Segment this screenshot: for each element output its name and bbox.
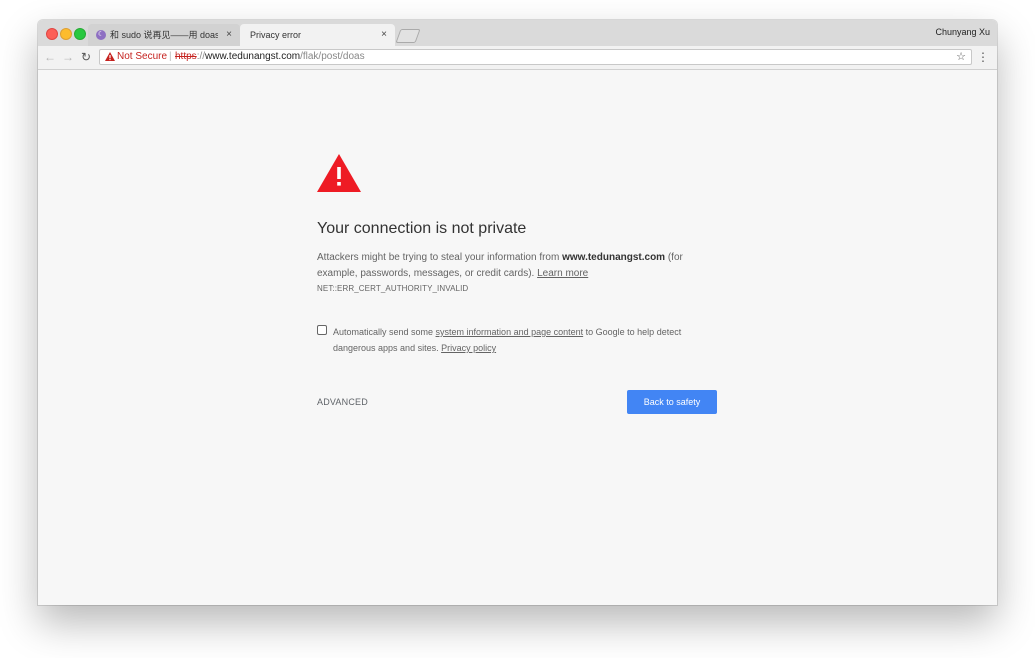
report-checkbox[interactable] [317, 325, 327, 335]
tab-title: 和 sudo 说再见——用 doas 替代 [110, 30, 218, 40]
url-text[interactable]: https://www.tedunangst.com/flak/post/doa… [175, 50, 365, 64]
tab-strip: ☾ 和 sudo 说再见——用 doas 替代 × Privacy error … [38, 20, 997, 47]
tab-close-icon[interactable]: × [226, 24, 232, 46]
warning-small-icon[interactable] [105, 52, 115, 61]
advanced-button[interactable]: ADVANCED [317, 397, 368, 407]
new-tab-button[interactable] [395, 29, 421, 43]
reload-icon[interactable]: ↻ [81, 49, 91, 65]
privacy-policy-link[interactable]: Privacy policy [441, 343, 496, 353]
back-to-safety-button[interactable]: Back to safety [627, 390, 717, 414]
extended-reporting-text: Automatically send some system informati… [333, 324, 713, 356]
zoom-window-button[interactable] [74, 28, 86, 40]
not-secure-label[interactable]: Not Secure [117, 50, 167, 64]
profile-name[interactable]: Chunyang Xu [935, 27, 990, 37]
minimize-window-button[interactable] [60, 28, 72, 40]
url-separator: :// [196, 51, 206, 62]
message-host: www.tedunangst.com [562, 252, 666, 263]
forward-arrow-icon[interactable]: → [62, 49, 74, 65]
tab-doas-article[interactable]: ☾ 和 sudo 说再见——用 doas 替代 × [88, 24, 240, 46]
error-code: NET::ERR_CERT_AUTHORITY_INVALID [317, 284, 469, 293]
toolbar: ← → ↻ Not Secure | https://www.tedunangs… [38, 46, 997, 70]
close-window-button[interactable] [46, 28, 58, 40]
site-favicon-icon: ☾ [96, 30, 106, 40]
tab-privacy-error[interactable]: Privacy error × [240, 24, 395, 47]
warning-triangle-icon [317, 154, 361, 192]
learn-more-link[interactable]: Learn more [537, 268, 588, 279]
tab-close-icon[interactable]: × [381, 24, 387, 46]
back-arrow-icon[interactable]: ← [44, 49, 56, 65]
message-text: Attackers might be trying to steal your … [317, 252, 563, 263]
bookmark-star-icon[interactable]: ☆ [956, 50, 966, 64]
tab-title: Privacy error [250, 30, 302, 40]
optin-text: Automatically send some [333, 327, 436, 337]
page-title: Your connection is not private [317, 220, 527, 237]
menu-dots-icon[interactable]: ⋮ [977, 49, 989, 65]
system-info-link[interactable]: system information and page content [436, 327, 584, 337]
interstitial-page: Your connection is not private Attackers… [38, 70, 997, 605]
address-bar[interactable]: Not Secure | https://www.tedunangst.com/… [99, 49, 972, 65]
url-path: /flak/post/doas [300, 51, 365, 62]
url-host: www.tedunangst.com [205, 51, 301, 62]
url-divider: | [169, 51, 172, 62]
main-message: Attackers might be trying to steal your … [317, 250, 717, 282]
browser-window: ☾ 和 sudo 说再见——用 doas 替代 × Privacy error … [38, 20, 997, 605]
url-scheme: https [175, 51, 197, 62]
